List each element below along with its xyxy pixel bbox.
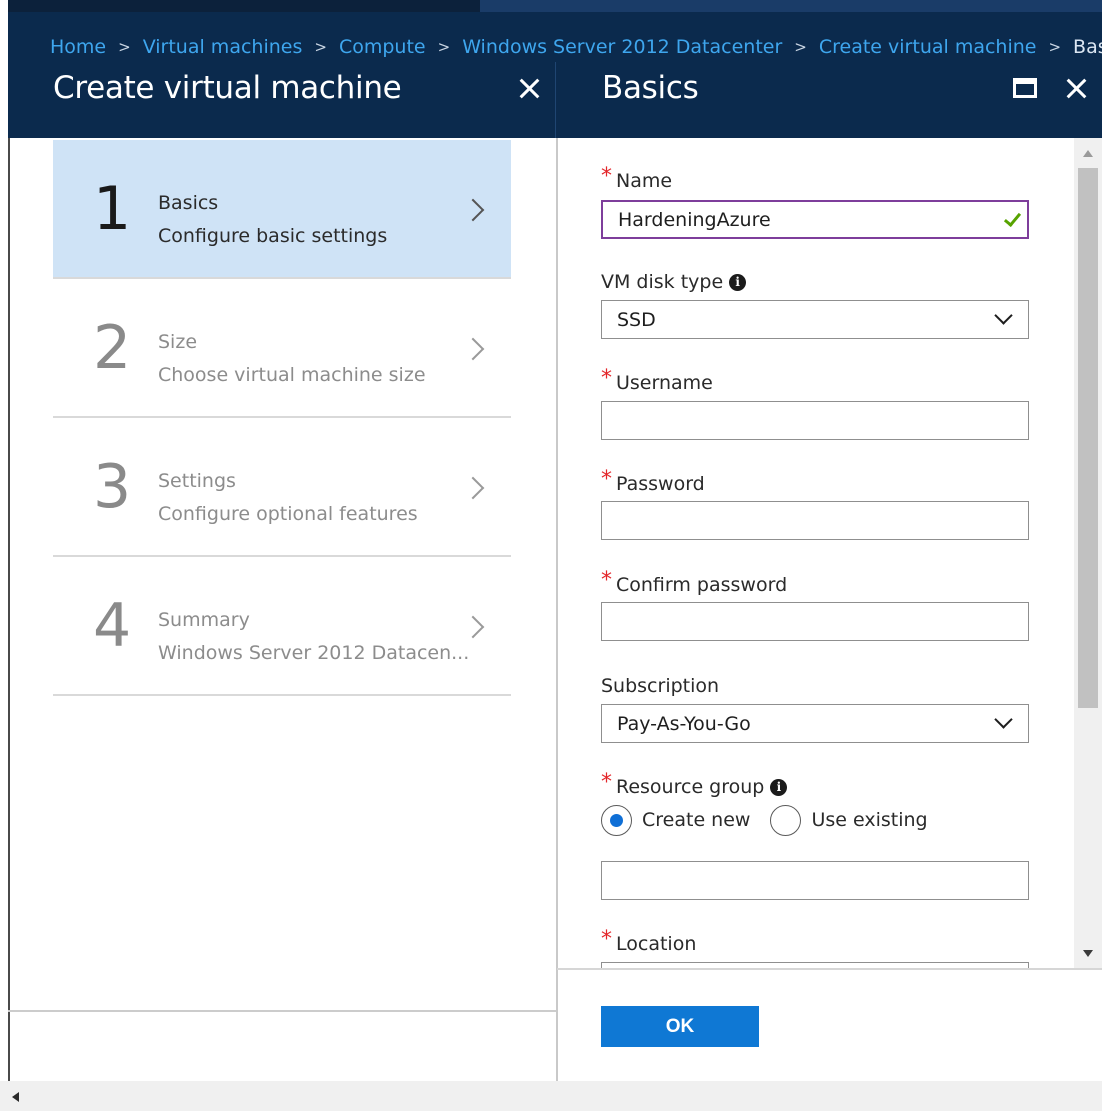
required-marker: * (601, 164, 612, 189)
footer-divider (557, 968, 1102, 970)
chevron-right-icon (461, 615, 485, 639)
breadcrumb-separator: > (1048, 38, 1062, 56)
create-new-label[interactable]: Create new (642, 809, 750, 831)
username-label: * Username (601, 366, 713, 394)
left-blade-close-button[interactable] (511, 70, 547, 106)
info-icon[interactable]: i (729, 273, 747, 291)
breadcrumb-separator: > (437, 38, 451, 56)
location-label: * Location (601, 927, 697, 955)
chevron-right-icon (461, 337, 485, 361)
step-description: Choose virtual machine size (158, 364, 426, 386)
name-value: HardeningAzure (618, 208, 771, 231)
resource-group-options: Create new Use existing (601, 803, 948, 837)
horizontal-scrollbar[interactable] (0, 1081, 1102, 1111)
create-new-radio[interactable] (601, 804, 632, 836)
subscription-label: Subscription (601, 675, 720, 697)
step-settings[interactable]: 3 Settings Configure optional features (53, 418, 511, 557)
required-marker: * (601, 467, 612, 492)
left-blade-footer-divider (8, 1010, 556, 1012)
scroll-up-arrow-icon[interactable] (1083, 150, 1093, 157)
right-blade-title: Basics (602, 70, 699, 106)
window-left-border (8, 138, 10, 1081)
breadcrumb-current: Basics (1073, 36, 1102, 58)
scroll-left-arrow-icon[interactable] (12, 1092, 19, 1102)
step-label: Settings (158, 470, 236, 492)
step-description: Configure basic settings (158, 225, 388, 247)
scroll-down-arrow-icon[interactable] (1083, 950, 1093, 957)
use-existing-label[interactable]: Use existing (811, 809, 927, 831)
required-marker: * (601, 770, 612, 795)
vm-disk-type-select[interactable]: SSD (601, 300, 1029, 339)
required-marker: * (601, 568, 612, 593)
subscription-value: Pay-As-You-Go (617, 712, 751, 735)
vm-disk-type-value: SSD (617, 308, 656, 331)
required-marker: * (601, 366, 612, 391)
chevron-right-icon (461, 198, 485, 222)
step-label: Size (158, 331, 198, 353)
ok-button[interactable]: OK (601, 1006, 759, 1047)
step-description: Windows Server 2012 Datacen... (158, 642, 470, 664)
name-input[interactable]: HardeningAzure (601, 200, 1029, 239)
scrollbar-thumb[interactable] (1078, 168, 1098, 708)
step-label: Summary (158, 609, 250, 631)
left-blade-title: Create virtual machine (53, 70, 402, 106)
chevron-down-icon (994, 306, 1013, 325)
subscription-select[interactable]: Pay-As-You-Go (601, 704, 1029, 743)
breadcrumb-separator: > (118, 38, 131, 56)
chevron-down-icon (994, 710, 1013, 729)
step-number: 1 (93, 174, 132, 244)
use-existing-radio[interactable] (770, 804, 802, 836)
required-marker: * (601, 927, 612, 952)
breadcrumb-separator: > (314, 38, 327, 56)
step-summary[interactable]: 4 Summary Windows Server 2012 Datacen... (53, 557, 511, 696)
right-blade-close-button[interactable] (1058, 70, 1094, 106)
breadcrumb-create-vm[interactable]: Create virtual machine (819, 36, 1037, 58)
step-description: Configure optional features (158, 503, 418, 525)
resource-group-name-input[interactable] (601, 861, 1029, 900)
step-number: 2 (93, 313, 132, 383)
step-basics[interactable]: 1 Basics Configure basic settings (53, 140, 511, 279)
chevron-right-icon (461, 476, 485, 500)
resource-group-label: * Resource group i (601, 770, 788, 799)
checkmark-icon (1003, 208, 1022, 228)
breadcrumb: Home > Virtual machines > Compute > Wind… (50, 33, 1102, 61)
password-input[interactable] (601, 501, 1029, 540)
breadcrumb-home[interactable]: Home (50, 36, 106, 58)
info-icon[interactable]: i (770, 778, 788, 796)
breadcrumb-compute[interactable]: Compute (339, 36, 426, 58)
username-input[interactable] (601, 401, 1029, 440)
step-number: 4 (93, 591, 132, 661)
close-icon (518, 77, 540, 99)
breadcrumb-separator: > (794, 38, 807, 56)
step-number: 3 (93, 452, 132, 522)
close-icon (1065, 77, 1087, 99)
breadcrumb-virtual-machines[interactable]: Virtual machines (143, 36, 303, 58)
top-strip-accent (480, 0, 1102, 12)
breadcrumb-windows-server[interactable]: Windows Server 2012 Datacenter (462, 36, 782, 58)
confirm-password-input[interactable] (601, 602, 1029, 641)
blade-divider (556, 138, 558, 1081)
password-label: * Password (601, 467, 705, 495)
step-label: Basics (158, 192, 219, 214)
confirm-password-label: * Confirm password (601, 568, 788, 596)
maximize-icon (1013, 78, 1037, 98)
step-size[interactable]: 2 Size Choose virtual machine size (53, 279, 511, 418)
blade-divider-header (555, 62, 556, 138)
name-label: * Name (601, 164, 673, 192)
vm-disk-type-label: VM disk type i (601, 271, 747, 293)
maximize-button[interactable] (1007, 70, 1043, 106)
